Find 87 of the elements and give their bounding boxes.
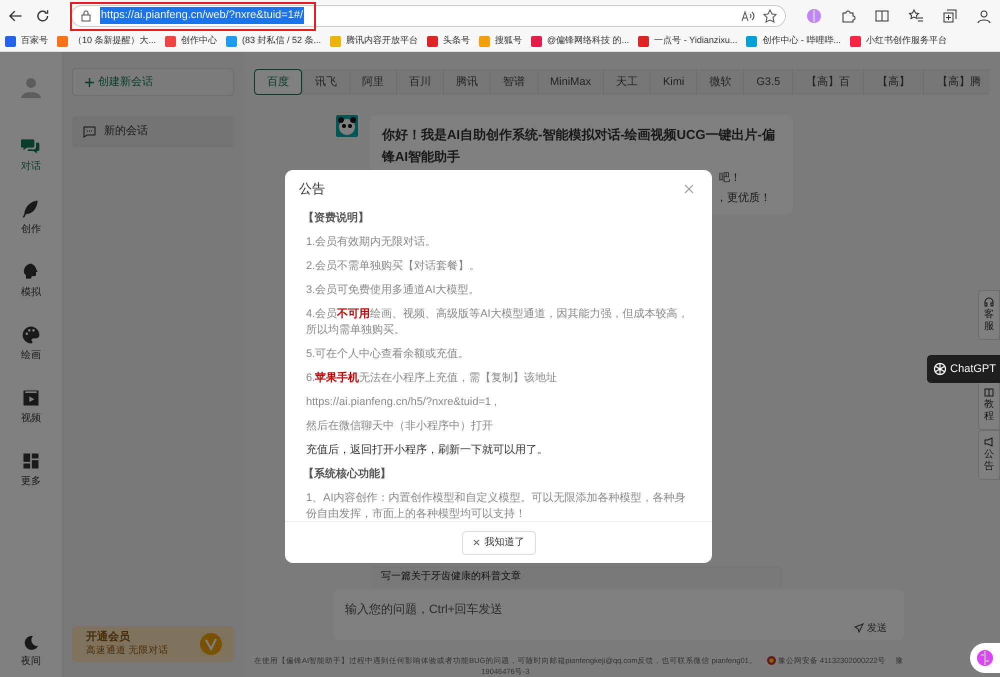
url-text: https://ai.pianfeng.cn/web/?nxre&tuid=1#/ <box>100 7 304 24</box>
model-tab[interactable]: MiniMax <box>537 69 603 95</box>
favorites-icon[interactable] <box>908 8 924 24</box>
moon-icon <box>23 635 39 651</box>
back-icon[interactable] <box>8 8 24 24</box>
nav-item[interactable]: 视频 <box>21 388 41 426</box>
bookmark-link[interactable]: 百家号 <box>21 34 48 48</box>
vip-card[interactable]: 开通会员 高速通道 无限对话 <box>72 626 234 662</box>
bookmark-link[interactable]: 腾讯内容开放平台 <box>346 34 418 48</box>
split-screen-icon[interactable] <box>874 8 890 24</box>
notice-line: 【资费说明】 <box>303 210 370 226</box>
nav-item[interactable]: 绘画 <box>21 325 41 363</box>
notice-line: 5.可在个人中心查看余额或充值。 <box>306 346 470 362</box>
star-icon[interactable] <box>763 8 778 22</box>
notice-line: 1.会员有效期内无限对话。 <box>306 234 438 250</box>
notice-line: https://ai.pianfeng.cn/h5/?nxre&tuid=1 , <box>306 394 498 410</box>
model-tab[interactable]: 【高】 <box>863 69 924 95</box>
question-input[interactable]: 输入您的问题，Ctrl+回车发送 发送 <box>334 590 904 640</box>
model-tab[interactable]: 微软 <box>696 69 744 95</box>
bookmark-link[interactable]: (83 封私信 / 52 条... <box>242 34 322 48</box>
side-tab[interactable]: 教程 <box>978 380 1000 430</box>
refresh-icon[interactable] <box>35 8 51 24</box>
bookmark-link[interactable]: 搜狐号 <box>495 34 522 48</box>
model-tab[interactable]: 天工 <box>602 69 650 95</box>
message-title: 你好！我是AI自助创作系统-智能模拟对话-绘画视频UCG一键出片-偏锋AI智能助手 <box>382 126 776 166</box>
new-chat-button[interactable]: 创建新会话 <box>72 68 234 96</box>
assistant-float-button[interactable] <box>970 643 1000 673</box>
nav-item[interactable]: 更多 <box>21 451 41 489</box>
notice-line: 然后在微信聊天中（非小程序中）打开 <box>306 418 494 434</box>
vip-badge-icon <box>200 633 222 655</box>
headset-icon <box>984 297 994 307</box>
book-icon <box>984 387 994 397</box>
model-tab[interactable]: Kimi <box>650 69 696 95</box>
send-icon <box>854 623 864 633</box>
bookmark-link[interactable]: @偏锋网络科技 的... <box>547 34 630 48</box>
notice-line: 充值后，返回打开小程序，刷新一下就可以用了。 <box>306 442 549 458</box>
model-tab[interactable]: 腾讯 <box>443 69 490 95</box>
lock-icon <box>80 10 92 22</box>
read-aloud-icon[interactable] <box>741 10 756 22</box>
video-icon <box>21 388 41 408</box>
speaker-icon <box>984 437 994 447</box>
grid-icon <box>21 451 41 471</box>
close-icon <box>684 184 694 194</box>
nav-item[interactable]: 模拟 <box>21 262 41 300</box>
nav-item[interactable]: 创作 <box>21 199 41 237</box>
collections-icon[interactable] <box>942 8 958 24</box>
bookmark-link[interactable]: 创作中心 <box>181 34 218 48</box>
notice-line: 【系统核心功能】 <box>303 466 392 482</box>
notice-line: 3.会员可免费使用多通道AI大模型。 <box>306 282 481 298</box>
plus-icon <box>85 78 94 86</box>
message-text: 吧！ <box>719 171 742 186</box>
nav-item[interactable]: 对话 <box>21 136 41 174</box>
model-tab[interactable]: G3.5 <box>743 69 792 95</box>
message-text: ，更优质！ <box>716 191 772 206</box>
bookmark-link[interactable]: （10 条新提醒）大... <box>73 34 156 48</box>
message-icon <box>83 126 96 138</box>
side-tab[interactable]: 客服 <box>978 290 1000 340</box>
dialog-title: 公告 <box>299 180 325 198</box>
model-tab[interactable]: 百度 <box>254 69 302 95</box>
panda-avatar-icon <box>336 115 358 137</box>
bookmark-link[interactable]: 小红书创作服务平台 <box>866 34 947 48</box>
model-tab[interactable]: 【高】腾 <box>923 69 994 95</box>
bookmark-link[interactable]: 创作中心 - 哔哩哔... <box>762 34 841 48</box>
notice-line: 4.会员不可用绘画、视频、高级版等AI大模型通道，因其能力强，但成本较高，所以均需单独购买。 <box>306 306 690 338</box>
palette-icon <box>21 325 41 345</box>
notice-line: 6.苹果手机无法在小程序上充值，需【复制】该地址 <box>306 370 558 386</box>
vip-title: 开通会员 <box>86 631 131 644</box>
send-button[interactable]: 发送 <box>854 620 887 636</box>
model-tab[interactable]: 讯飞 <box>302 69 349 95</box>
notice-line: 1、AI内容创作：内置创作模型和自定义模型。可以无限添加各种模型，各种身份自由发挥，市面上的各种模型均可以支持！ <box>306 490 687 521</box>
notice-line: 2.会员不需单独购买【对话套餐】。 <box>306 258 482 274</box>
night-mode-toggle[interactable]: 夜间 <box>21 635 41 669</box>
close-icon <box>472 539 480 546</box>
bookmark-link[interactable]: 头条号 <box>443 34 470 48</box>
bookmark-link[interactable]: 一点号 - Yidianzixu... <box>654 34 738 48</box>
puzzle-icon[interactable] <box>840 8 856 24</box>
profile-icon[interactable] <box>976 8 992 24</box>
address-bar[interactable]: https://ai.pianfeng.cn/web/?nxre&tuid=1#/ <box>70 4 786 26</box>
acknowledge-button[interactable]: 我知道了 <box>462 530 536 554</box>
chatgpt-badge[interactable]: ChatGPT <box>927 355 1000 383</box>
side-tab[interactable]: 公告 <box>978 430 1000 480</box>
model-tab[interactable]: 百川 <box>396 69 443 95</box>
model-tab[interactable]: 智谱 <box>490 69 537 95</box>
chat-list-item[interactable]: 新的会话 <box>72 116 234 147</box>
model-tab[interactable]: 阿里 <box>349 69 396 95</box>
vip-subtitle: 高速通道 无限对话 <box>86 644 169 657</box>
model-tab[interactable]: 【高】百 <box>792 69 864 95</box>
